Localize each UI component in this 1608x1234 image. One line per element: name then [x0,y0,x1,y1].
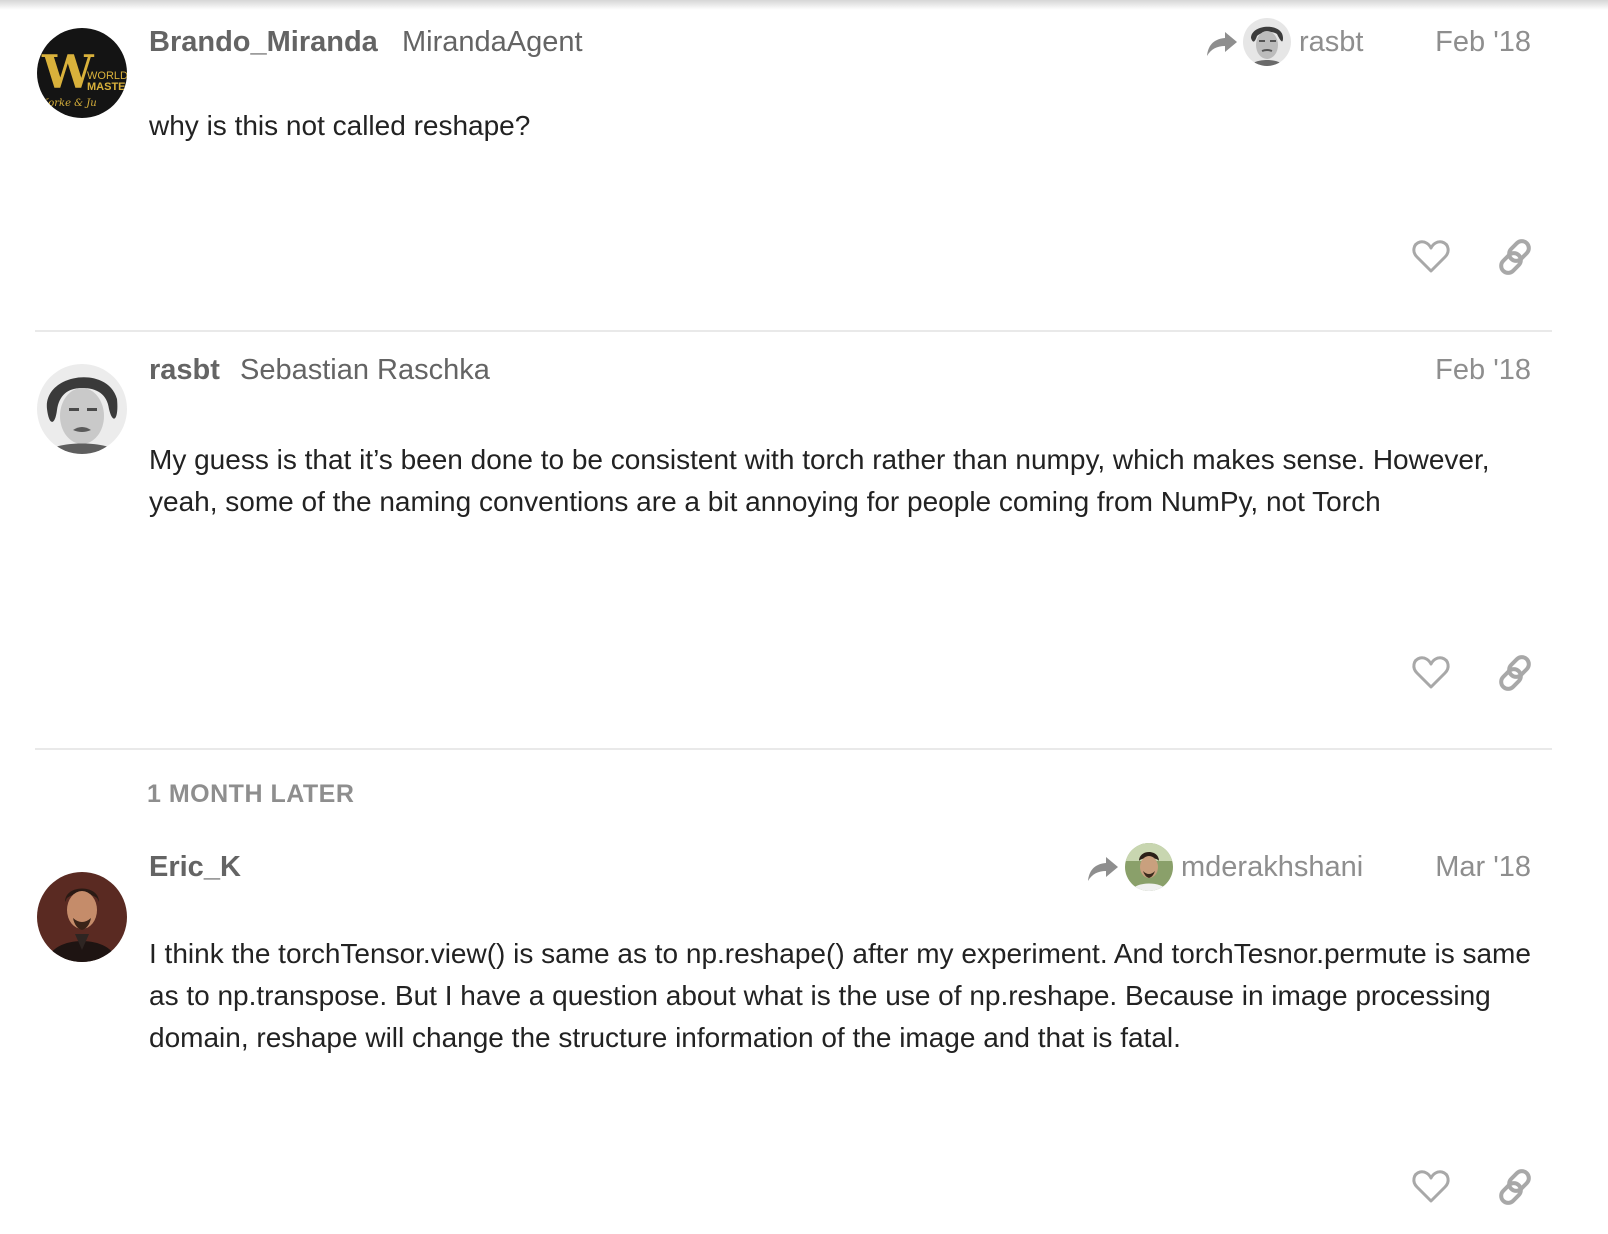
heart-icon[interactable] [1411,237,1451,277]
username[interactable]: Brando_Miranda [149,24,378,60]
post-body: My guess is that it’s been done to be co… [149,444,1490,517]
bw-portrait-icon [37,364,127,454]
post-rasbt: rasbt Sebastian Raschka Feb '18 My guess… [0,340,1608,740]
post-date[interactable]: Feb '18 [1435,352,1531,388]
world-masters-logo-icon: W WORLD MASTE Korke & Ju [37,28,127,118]
reply-to-username[interactable]: mderakhshani [1181,849,1363,885]
reply-arrow-icon[interactable] [1086,854,1120,884]
link-icon[interactable] [1495,237,1535,277]
username[interactable]: Eric_K [149,849,241,885]
time-gap-label: 1 MONTH LATER [147,780,355,808]
portrait-icon [37,872,127,962]
post-divider [35,748,1552,750]
logo-line-3: Korke & Ju [40,98,97,109]
post-eric-k: Eric_K mderakhshani Mar '18 I think the … [0,843,1608,1234]
post-date[interactable]: Mar '18 [1435,849,1531,885]
heart-icon[interactable] [1411,653,1451,693]
link-icon[interactable] [1495,1167,1535,1207]
post-body: I think the torchTensor.view() is same a… [149,938,1531,1053]
reply-to-avatar[interactable] [1125,843,1173,891]
post-divider [35,330,1552,332]
full-name: MirandaAgent [402,26,583,58]
post-brando-miranda: W WORLD MASTE Korke & Ju Brando_Miranda … [0,0,1608,330]
avatar[interactable] [37,872,127,962]
post-date[interactable]: Feb '18 [1435,24,1531,60]
logo-line-2: MASTE [87,81,126,93]
link-icon[interactable] [1495,653,1535,693]
post-body: why is this not called reshape? [149,110,531,141]
avatar[interactable] [37,364,127,454]
avatar[interactable]: W WORLD MASTE Korke & Ju [37,28,127,118]
reply-arrow-icon[interactable] [1205,29,1239,59]
full-name: Sebastian Raschka [240,354,490,386]
reply-to-avatar[interactable] [1243,18,1291,66]
heart-icon[interactable] [1411,1167,1451,1207]
reply-to-username[interactable]: rasbt [1299,24,1363,60]
username[interactable]: rasbt [149,352,220,388]
